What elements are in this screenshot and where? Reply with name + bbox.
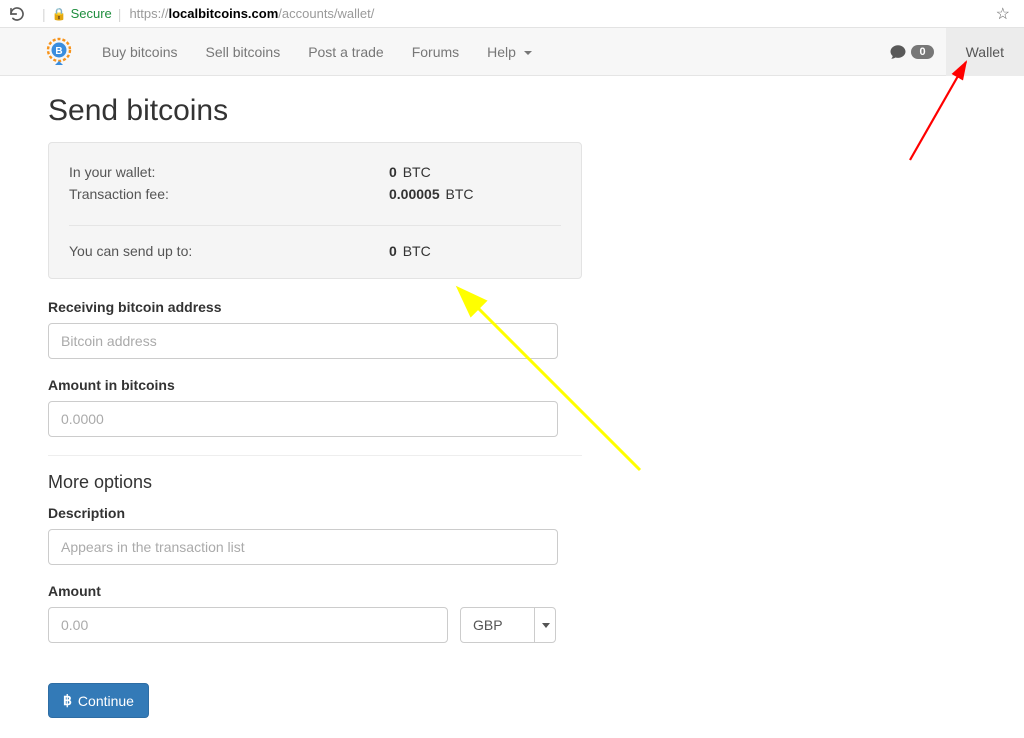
url-text[interactable]: https://localbitcoins.com/accounts/walle… (129, 6, 374, 21)
bookmark-star-icon[interactable]: ☆ (996, 4, 1010, 24)
description-label: Description (48, 505, 582, 521)
continue-button[interactable]: ฿ Continue (48, 683, 149, 718)
nav-buy-bitcoins[interactable]: Buy bitcoins (88, 28, 191, 76)
page-title: Send bitcoins (48, 94, 582, 128)
amount-btc-label: Amount in bitcoins (48, 377, 582, 393)
amount-fiat-label: Amount (48, 583, 582, 599)
browser-address-bar: | 🔒 Secure | https://localbitcoins.com/a… (0, 0, 1024, 28)
secure-label: Secure (71, 6, 112, 21)
nav-forums[interactable]: Forums (398, 28, 473, 76)
main-content: Send bitcoins In your wallet: 0 BTC Tran… (0, 76, 582, 738)
tx-fee-value: 0.00005 BTC (389, 183, 474, 205)
more-options-heading: More options (48, 472, 582, 493)
chevron-down-icon (534, 607, 556, 643)
wallet-summary: In your wallet: 0 BTC Transaction fee: 0… (48, 142, 582, 279)
amount-fiat-input[interactable] (48, 607, 448, 643)
description-input[interactable] (48, 529, 558, 565)
tx-fee-label: Transaction fee: (69, 183, 389, 205)
in-wallet-label: In your wallet: (69, 161, 389, 183)
send-upto-value: 0 BTC (389, 240, 431, 262)
chat-icon (889, 43, 907, 61)
in-wallet-value: 0 BTC (389, 161, 431, 183)
svg-text:B: B (55, 46, 62, 57)
bitcoin-icon: ฿ (63, 692, 72, 709)
receiving-address-input[interactable] (48, 323, 558, 359)
site-logo[interactable]: B (44, 37, 74, 67)
nav-help[interactable]: Help (473, 28, 546, 76)
notifications[interactable]: 0 (877, 43, 945, 61)
nav-sell-bitcoins[interactable]: Sell bitcoins (191, 28, 294, 76)
nav-wallet[interactable]: Wallet (946, 28, 1024, 76)
send-upto-label: You can send up to: (69, 240, 389, 262)
continue-label: Continue (78, 693, 134, 709)
amount-btc-input[interactable] (48, 401, 558, 437)
reload-icon[interactable] (8, 5, 26, 23)
lock-icon: 🔒 (52, 7, 67, 21)
chevron-down-icon (524, 51, 532, 55)
navbar: B Buy bitcoins Sell bitcoins Post a trad… (0, 28, 1024, 76)
notif-count: 0 (911, 45, 933, 59)
currency-select[interactable] (460, 607, 556, 643)
nav-post-trade[interactable]: Post a trade (294, 28, 398, 76)
receiving-address-label: Receiving bitcoin address (48, 299, 582, 315)
